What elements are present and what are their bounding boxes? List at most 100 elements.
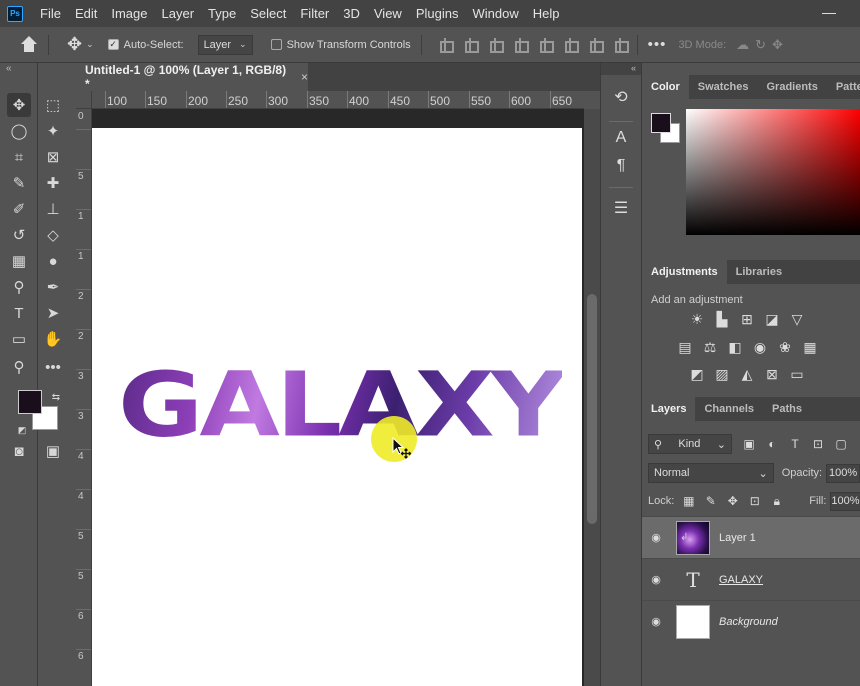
blend-mode-dropdown[interactable]: Normal ⌄ — [648, 463, 774, 483]
eraser-icon[interactable]: ◇ — [41, 223, 65, 247]
curves-icon[interactable]: ⊞ — [738, 310, 756, 328]
tab-channels[interactable]: Channels — [695, 397, 763, 421]
foreground-color-swatch[interactable] — [18, 390, 42, 414]
magic-wand-icon[interactable]: ✦ — [41, 119, 65, 143]
lasso-tool-icon[interactable]: ◯ — [7, 119, 31, 143]
swap-colors-icon[interactable]: ⇆ — [44, 385, 68, 409]
vertical-scrollbar[interactable] — [584, 109, 600, 686]
auto-select-dropdown[interactable]: Layer ⌄ — [197, 34, 253, 55]
lock-all-icon[interactable]: 🔒︎ — [770, 494, 783, 509]
blur-tool-icon[interactable]: ● — [41, 249, 65, 273]
fill-field[interactable]: 100% — [830, 491, 860, 511]
character-icon[interactable]: A — [610, 127, 632, 149]
collapse-icon[interactable]: « — [601, 63, 641, 75]
history-brush-icon[interactable]: ↺ — [7, 223, 31, 247]
auto-select-checkbox[interactable]: ✓ — [107, 39, 119, 50]
vibrance-icon[interactable]: ▽ — [788, 310, 806, 328]
lock-pixels-icon[interactable]: ✎ — [704, 494, 717, 509]
chevron-down-icon[interactable]: ⌄ — [86, 39, 94, 50]
close-tab-icon[interactable]: × — [301, 70, 308, 84]
levels-icon[interactable]: ▙ — [713, 310, 731, 328]
distribute-icon[interactable] — [513, 37, 529, 53]
menu-select[interactable]: Select — [243, 0, 293, 27]
visibility-eye-icon[interactable]: ◉ — [642, 615, 670, 628]
layer-row-background[interactable]: ◉ Background — [642, 600, 860, 642]
collapse-icon[interactable]: « — [6, 63, 12, 74]
brush-tool-icon[interactable]: ✐ — [7, 197, 31, 221]
menu-3d[interactable]: 3D — [336, 0, 367, 27]
menu-edit[interactable]: Edit — [68, 0, 104, 27]
posterize-icon[interactable]: ▨ — [713, 365, 731, 383]
crop-tool-icon[interactable]: ⌗ — [7, 145, 31, 169]
type-filter-icon[interactable]: T — [788, 437, 802, 451]
adjustment-filter-icon[interactable]: ◐ — [765, 437, 779, 451]
properties-icon[interactable]: ☰ — [610, 197, 632, 219]
channel-mixer-icon[interactable]: ❀ — [776, 338, 794, 356]
align-center-icon[interactable] — [463, 37, 479, 53]
layer-row-layer-1[interactable]: ◉ ↲ Layer 1 — [642, 516, 860, 558]
minimize-icon[interactable] — [822, 6, 836, 20]
move-tool-icon[interactable]: ✥ — [67, 34, 82, 55]
paragraph-icon[interactable]: ¶ — [610, 155, 632, 177]
scrollbar-thumb[interactable] — [587, 294, 597, 524]
distribute-vertical-icon[interactable] — [613, 37, 629, 53]
hue-saturation-icon[interactable]: ▤ — [676, 338, 694, 356]
gradient-tool-icon[interactable]: ▦ — [7, 249, 31, 273]
galaxy-text-layer[interactable]: GALAXY — [118, 360, 566, 449]
menu-view[interactable]: View — [367, 0, 409, 27]
hand-tool-icon[interactable]: ✋ — [41, 327, 65, 351]
home-icon[interactable] — [20, 35, 38, 54]
brightness-icon[interactable]: ☀ — [688, 310, 706, 328]
visibility-eye-icon[interactable]: ◉ — [642, 573, 670, 586]
lock-artboard-icon[interactable]: ⊡ — [748, 494, 761, 509]
threshold-icon[interactable]: ◭ — [738, 365, 756, 383]
tab-paths[interactable]: Paths — [763, 397, 811, 421]
tab-adjustments[interactable]: Adjustments — [642, 260, 727, 284]
tab-libraries[interactable]: Libraries — [727, 260, 791, 284]
menu-filter[interactable]: Filter — [293, 0, 336, 27]
menu-image[interactable]: Image — [104, 0, 154, 27]
align-top-icon[interactable] — [538, 37, 554, 53]
black-white-icon[interactable]: ◧ — [726, 338, 744, 356]
3d-orbit-icon[interactable]: ☁ — [736, 37, 749, 53]
pen-tool-icon[interactable]: ✒ — [41, 275, 65, 299]
align-bottom-icon[interactable] — [588, 37, 604, 53]
healing-brush-icon[interactable]: ✚ — [41, 171, 65, 195]
dodge-tool-icon[interactable]: ⚲ — [7, 275, 31, 299]
shape-filter-icon[interactable]: ⊡ — [811, 437, 825, 451]
stamp-tool-icon[interactable]: ⊥ — [41, 197, 65, 221]
opacity-field[interactable]: 100% — [826, 463, 860, 483]
menu-plugins[interactable]: Plugins — [409, 0, 466, 27]
menu-window[interactable]: Window — [465, 0, 525, 27]
more-options-icon[interactable]: ••• — [648, 36, 667, 53]
tab-color[interactable]: Color — [642, 75, 689, 99]
smart-object-filter-icon[interactable]: ▢ — [834, 437, 848, 451]
frame-tool-icon[interactable]: ⊠ — [41, 145, 65, 169]
selective-color-icon[interactable]: ⊠ — [763, 365, 781, 383]
move-tool-icon[interactable]: ✥ — [7, 93, 31, 117]
menu-type[interactable]: Type — [201, 0, 243, 27]
tab-gradients[interactable]: Gradients — [757, 75, 826, 99]
color-lookup-icon[interactable]: ▦ — [801, 338, 819, 356]
history-icon[interactable]: ⟲ — [610, 86, 632, 108]
exposure-icon[interactable]: ◪ — [763, 310, 781, 328]
tab-patterns[interactable]: Patterns — [827, 75, 860, 99]
tab-layers[interactable]: Layers — [642, 397, 696, 421]
pixel-filter-icon[interactable]: ▣ — [742, 437, 756, 451]
foreground-color-chip[interactable] — [651, 113, 671, 133]
visibility-eye-icon[interactable]: ◉ — [642, 531, 670, 544]
align-right-icon[interactable] — [488, 37, 504, 53]
invert-icon[interactable]: ◩ — [688, 365, 706, 383]
type-tool-icon[interactable]: T — [7, 301, 31, 325]
quick-mask-icon[interactable]: ◙ — [7, 439, 31, 463]
menu-file[interactable]: File — [33, 0, 68, 27]
gradient-map-icon[interactable]: ▭ — [788, 365, 806, 383]
lock-position-icon[interactable]: ✥ — [726, 494, 739, 509]
zoom-tool-icon[interactable]: ⚲ — [7, 355, 31, 379]
eyedropper-icon[interactable]: ✎ — [7, 171, 31, 195]
color-balance-icon[interactable]: ⚖ — [701, 338, 719, 356]
menu-help[interactable]: Help — [526, 0, 567, 27]
color-picker-field[interactable] — [686, 109, 860, 235]
kind-filter-dropdown[interactable]: ⚲ Kind ⌄ — [648, 434, 732, 454]
document-tab[interactable]: Untitled-1 @ 100% (Layer 1, RGB/8) * × — [76, 63, 308, 91]
